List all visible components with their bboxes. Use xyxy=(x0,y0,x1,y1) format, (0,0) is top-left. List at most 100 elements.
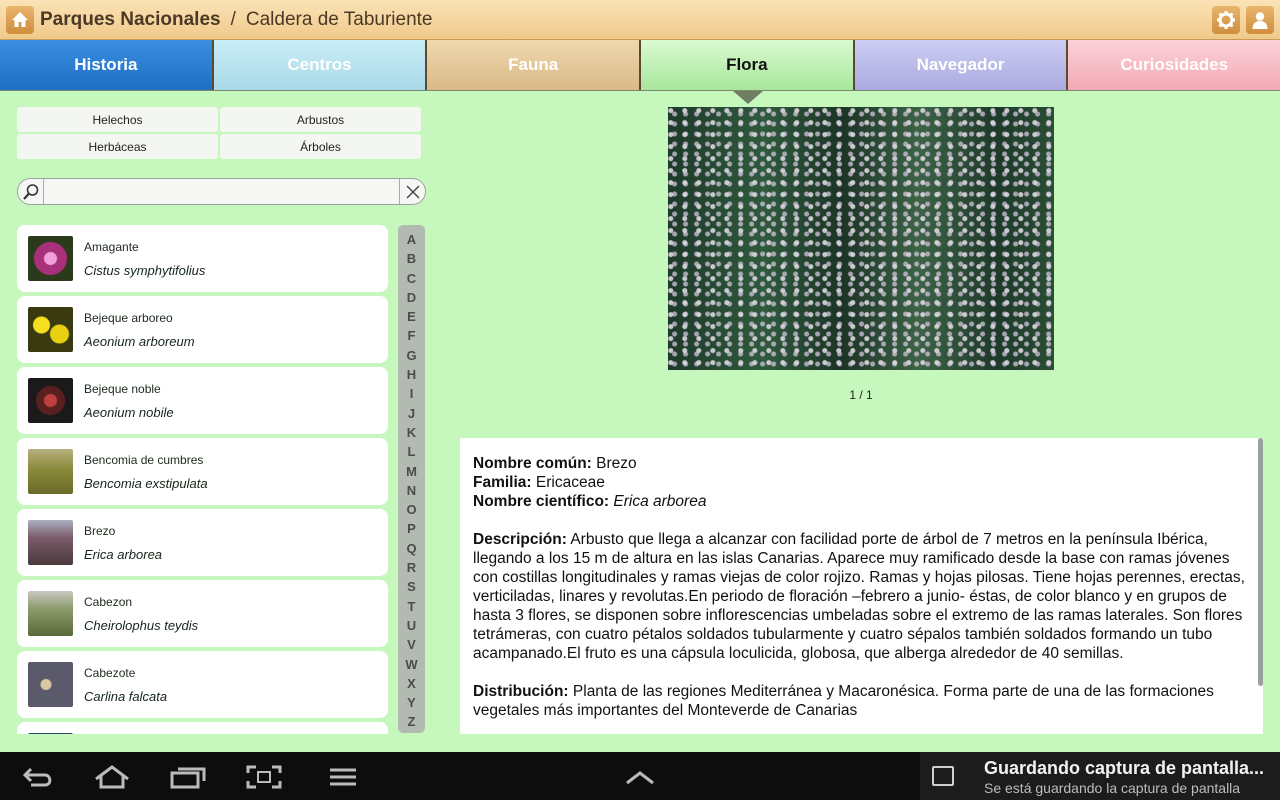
alphabet-letter-w[interactable]: W xyxy=(405,655,417,674)
settings-button[interactable] xyxy=(1212,6,1240,34)
list-item[interactable]: Bencomia de cumbres Bencomia exstipulata xyxy=(17,438,388,505)
filter-helechos[interactable]: Helechos xyxy=(17,107,218,132)
plant-common-name: Brezo xyxy=(84,523,116,538)
plant-common-name: Amagante xyxy=(84,239,139,254)
filter-herbaceas[interactable]: Herbáceas xyxy=(17,134,218,159)
plant-common-name: Bejeque arboreo xyxy=(84,310,173,325)
common-name-row: Nombre común: Brezo xyxy=(473,454,1250,473)
plant-scientific-name: Cistus symphytifolius xyxy=(84,262,206,278)
list-item[interactable]: Bejeque arboreo Aeonium arboreum xyxy=(17,296,388,363)
alphabet-letter-a[interactable]: A xyxy=(407,230,416,249)
chevron-up-icon xyxy=(626,771,654,785)
alphabet-letter-x[interactable]: X xyxy=(407,674,416,693)
title-bar: Parques Nacionales / Caldera de Taburien… xyxy=(0,0,1280,40)
plant-common-name: Bencomia de cumbres xyxy=(84,452,204,467)
tab-curiosidades[interactable]: Curiosidades xyxy=(1068,40,1280,90)
list-item[interactable]: Cabezon Cheirolophus teydis xyxy=(17,580,388,647)
alphabet-letter-d[interactable]: D xyxy=(407,288,416,307)
tab-centros[interactable]: Centros xyxy=(213,40,428,90)
family-value: Ericaceae xyxy=(535,474,605,491)
notification-subtitle: Se está guardando la captura de pantalla xyxy=(984,780,1241,796)
alphabet-letter-h[interactable]: H xyxy=(407,365,416,384)
search-input[interactable] xyxy=(44,179,399,204)
active-tab-pointer xyxy=(733,91,763,104)
alphabet-letter-p[interactable]: P xyxy=(407,519,416,538)
screenshot-button[interactable] xyxy=(246,764,282,790)
alphabet-letter-o[interactable]: O xyxy=(406,500,416,519)
tab-divider xyxy=(0,90,1280,91)
description-scrollbar[interactable] xyxy=(1258,438,1263,686)
alphabet-letter-e[interactable]: E xyxy=(407,307,416,326)
filter-arboles[interactable]: Árboles xyxy=(220,134,421,159)
common-name-value: Brezo xyxy=(596,455,637,472)
alphabet-letter-u[interactable]: U xyxy=(407,616,416,635)
back-button[interactable] xyxy=(20,764,56,790)
scientific-name-value: Erica arborea xyxy=(613,493,707,510)
expand-button[interactable] xyxy=(622,764,658,790)
plant-thumbnail xyxy=(28,733,73,734)
list-item[interactable] xyxy=(17,722,388,734)
plant-common-name: Cabezon xyxy=(84,594,133,609)
alphabet-letter-b[interactable]: B xyxy=(407,249,416,268)
home-button[interactable] xyxy=(6,5,34,34)
tab-fauna[interactable]: Fauna xyxy=(427,40,642,90)
list-item[interactable]: Bejeque noble Aeonium nobile xyxy=(17,367,388,434)
alphabet-index[interactable]: ABCDEFGHIJKLMNOPQRSTUVWXYZ xyxy=(398,225,425,733)
list-item[interactable]: Cabezote Carlina falcata xyxy=(17,651,388,718)
notification-title: Guardando captura de pantalla... xyxy=(984,758,1265,778)
screenshot-icon xyxy=(246,765,282,789)
filter-arbustos[interactable]: Arbustos xyxy=(220,107,421,132)
plant-scientific-name: Carlina falcata xyxy=(84,688,168,704)
plant-photo[interactable] xyxy=(668,107,1054,370)
list-item[interactable]: Amagante Cistus symphytifolius xyxy=(17,225,388,292)
plant-common-name: Bejeque noble xyxy=(84,381,161,396)
home-nav-button[interactable] xyxy=(94,764,130,790)
description-row: Descripción: Arbusto que llega a alcanza… xyxy=(473,530,1250,663)
plant-scientific-name: Bencomia exstipulata xyxy=(84,475,208,491)
alphabet-letter-c[interactable]: C xyxy=(407,269,416,288)
recent-apps-button[interactable] xyxy=(170,764,206,790)
screenshot-notification[interactable]: Guardando captura de pantalla... Se está… xyxy=(920,752,1280,800)
alphabet-letter-f[interactable]: F xyxy=(408,326,416,345)
plant-thumbnail xyxy=(28,520,73,565)
alphabet-letter-k[interactable]: K xyxy=(407,423,416,442)
alphabet-letter-r[interactable]: R xyxy=(407,558,416,577)
scientific-name-row: Nombre científico: Erica arborea xyxy=(473,492,1250,511)
plant-thumbnail xyxy=(28,378,73,423)
tab-flora[interactable]: Flora xyxy=(641,40,855,90)
profile-button[interactable] xyxy=(1246,6,1274,34)
plant-thumbnail xyxy=(28,307,73,352)
description-label: Descripción: xyxy=(473,531,567,548)
recent-apps-icon xyxy=(170,767,206,789)
clear-search-button[interactable] xyxy=(399,179,425,204)
alphabet-letter-y[interactable]: Y xyxy=(407,693,416,712)
alphabet-letter-g[interactable]: G xyxy=(406,346,416,365)
main-tabs: Historia Centros Fauna Flora Navegador C… xyxy=(0,40,1280,91)
tab-navegador[interactable]: Navegador xyxy=(854,40,1069,90)
plant-scientific-name: Cheirolophus teydis xyxy=(84,617,199,633)
plant-common-name: Cabezote xyxy=(84,665,136,680)
alphabet-letter-m[interactable]: M xyxy=(406,462,417,481)
alphabet-letter-l[interactable]: L xyxy=(408,442,416,461)
alphabet-letter-v[interactable]: V xyxy=(407,635,416,654)
alphabet-letter-s[interactable]: S xyxy=(407,577,416,596)
list-item[interactable]: Brezo Erica arborea xyxy=(17,509,388,576)
home-icon xyxy=(12,11,28,27)
alphabet-letter-i[interactable]: I xyxy=(410,384,414,403)
distribution-text: Planta de las regiones Mediterránea y Ma… xyxy=(473,683,1214,719)
alphabet-letter-n[interactable]: N xyxy=(407,481,416,500)
plant-scientific-name: Aeonium arboreum xyxy=(84,333,195,349)
tab-historia[interactable]: Historia xyxy=(0,40,214,90)
alphabet-letter-q[interactable]: Q xyxy=(406,539,416,558)
alphabet-letter-t[interactable]: T xyxy=(408,597,416,616)
menu-button[interactable] xyxy=(325,764,361,790)
back-icon xyxy=(22,767,52,787)
menu-icon xyxy=(330,768,356,786)
photo-counter: 1 / 1 xyxy=(849,388,873,402)
alphabet-letter-j[interactable]: J xyxy=(408,404,415,423)
app-title: Parques Nacionales xyxy=(40,8,221,30)
breadcrumb-separator: / xyxy=(230,8,236,30)
alphabet-letter-z[interactable]: Z xyxy=(408,712,416,731)
description-text: Arbusto que llega a alcanzar con facilid… xyxy=(473,531,1245,662)
plant-thumbnail xyxy=(28,236,73,281)
